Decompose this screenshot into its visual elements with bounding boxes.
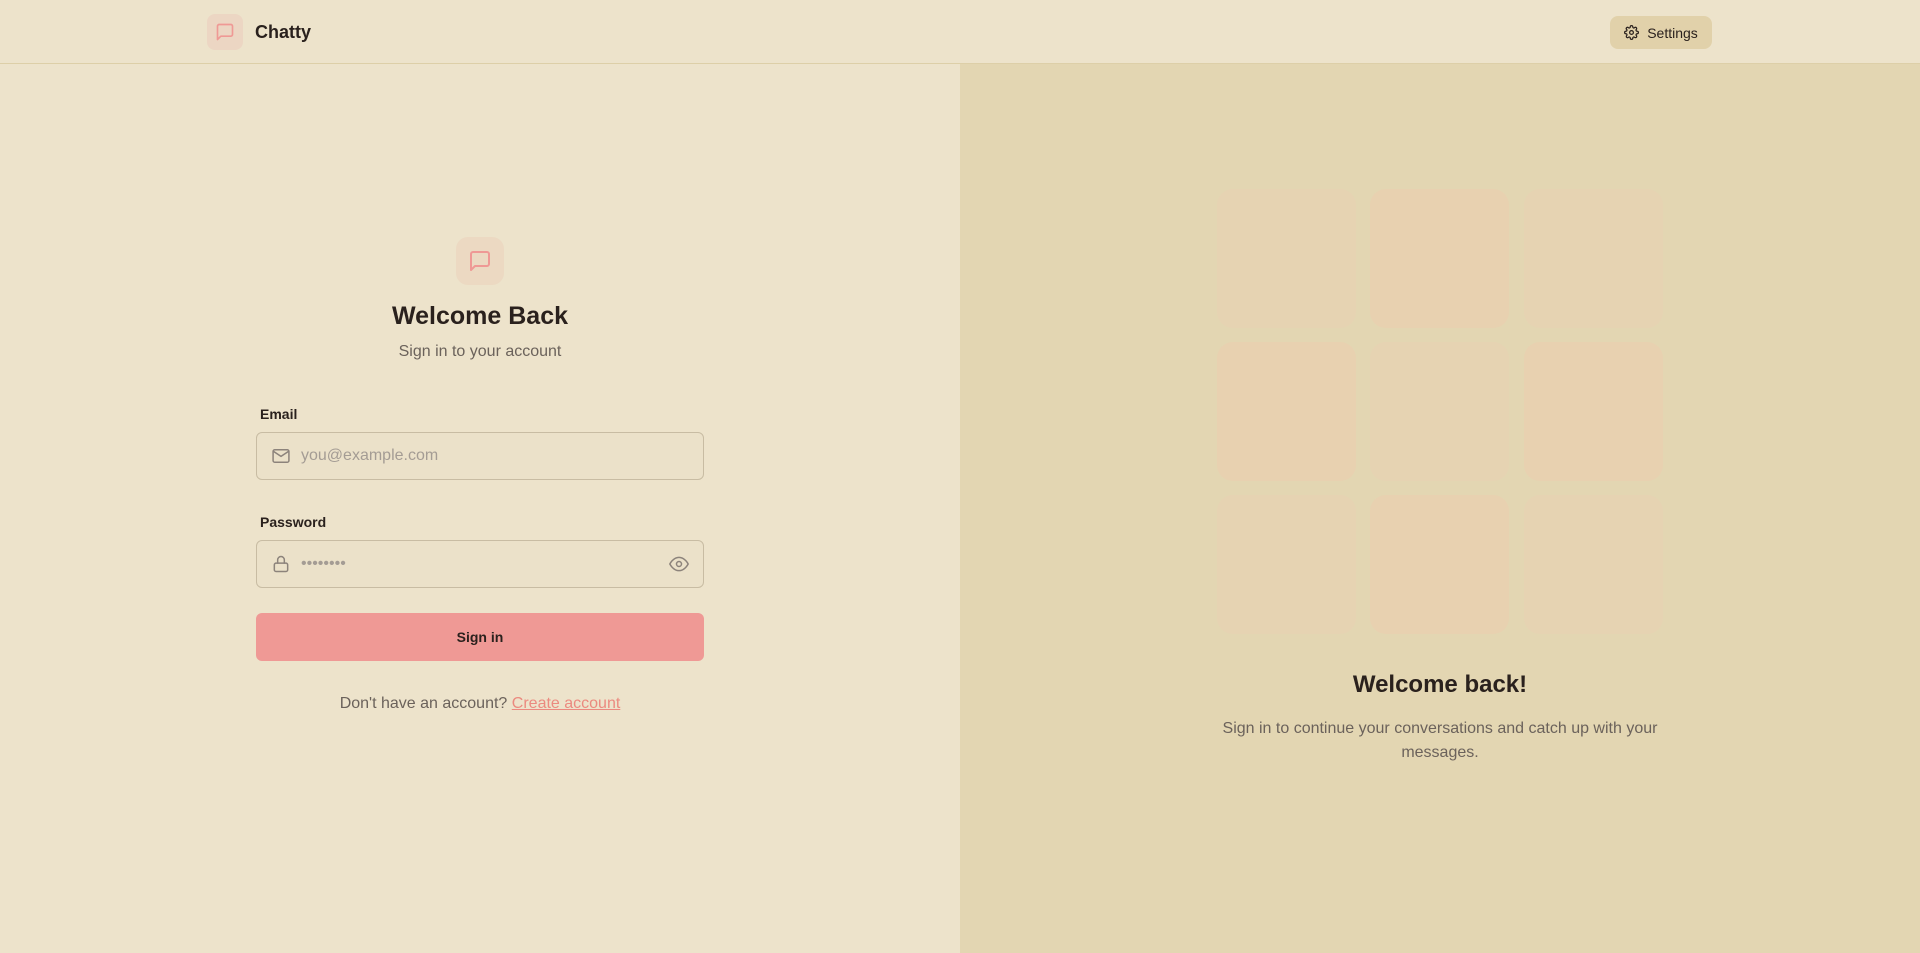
settings-label: Settings	[1647, 24, 1698, 41]
promo-title: Welcome back!	[1352, 671, 1528, 698]
signup-prompt-row: Don't have an account? Create account	[256, 695, 704, 713]
message-square-icon	[468, 249, 492, 273]
pattern-tile	[1524, 495, 1663, 634]
mail-icon	[269, 444, 293, 468]
toggle-password-visibility[interactable]	[665, 550, 693, 578]
password-label: Password	[260, 514, 327, 530]
signup-prompt-text: Don't have an account?	[339, 695, 508, 712]
pattern-tile	[1370, 495, 1509, 634]
settings-button[interactable]: Settings	[1610, 16, 1712, 49]
eye-icon	[669, 554, 689, 574]
promo-description: Sign in to continue your conversations a…	[1222, 720, 1658, 761]
pattern-tile	[1370, 342, 1509, 481]
pattern-tile	[1217, 342, 1356, 481]
login-logo	[456, 237, 504, 285]
password-field-wrapper	[256, 540, 704, 588]
password-input[interactable]	[301, 541, 665, 587]
login-title: Welcome Back	[391, 302, 568, 330]
pattern-tile	[1524, 342, 1663, 481]
pattern-tile	[1217, 495, 1356, 634]
gear-icon	[1624, 25, 1640, 40]
top-navbar: Chatty Settings	[0, 0, 1920, 64]
pattern-tile	[1217, 189, 1356, 328]
brand-name: Chatty	[255, 21, 312, 42]
email-label: Email	[260, 406, 298, 422]
email-input[interactable]	[301, 433, 703, 479]
pattern-tile	[1524, 189, 1663, 328]
sign-in-button[interactable]: Sign in	[256, 613, 704, 661]
login-panel	[0, 64, 960, 953]
brand-link[interactable]: Chatty	[207, 14, 311, 50]
create-account-link[interactable]: Create account	[512, 695, 621, 712]
login-subtitle: Sign in to your account	[398, 343, 562, 360]
message-square-icon	[207, 14, 243, 50]
lock-icon	[269, 552, 293, 576]
email-field-wrapper	[256, 432, 704, 480]
pattern-tile	[1370, 189, 1509, 328]
